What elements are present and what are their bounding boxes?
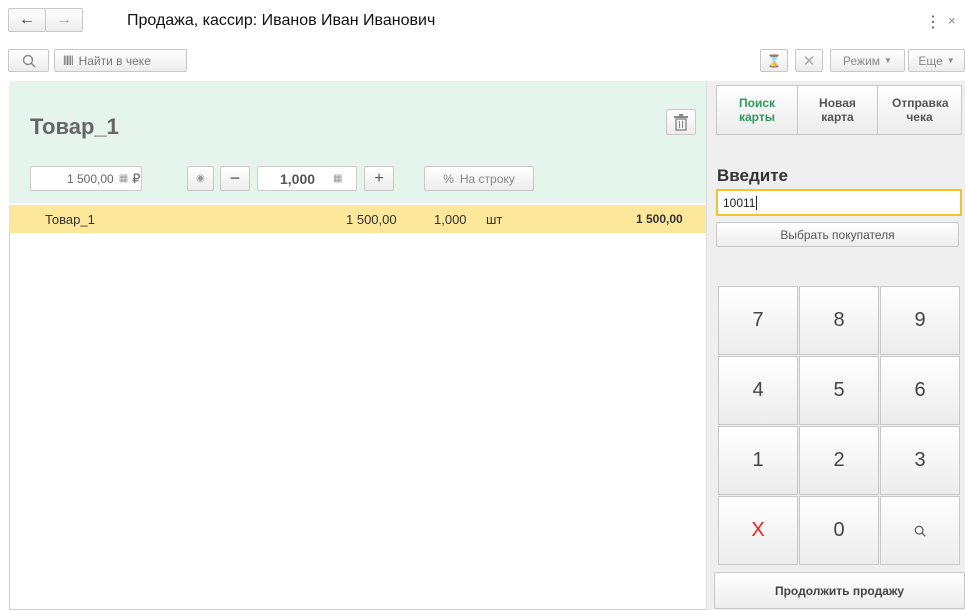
quantity-field[interactable]: 1,000 ▦ [257, 166, 357, 191]
back-button[interactable]: ← [8, 8, 46, 32]
key-7[interactable]: 7 [718, 286, 798, 355]
mode-label: Режим [843, 53, 881, 68]
choose-customer-button[interactable]: Выбрать покупателя [716, 222, 959, 247]
eye-icon: ◉ [196, 173, 205, 184]
arrow-right-icon: → [56, 11, 72, 28]
prompt-label: Введите [717, 166, 788, 185]
key-search[interactable] [880, 496, 960, 565]
continue-sale-button[interactable]: Продолжить продажу [714, 572, 965, 609]
price-field[interactable]: 1 500,00 ▦ ₽ [30, 166, 142, 191]
page-title: Продажа, кассир: Иванов Иван Иванович [127, 12, 436, 29]
cross-icon: ✕ [802, 52, 816, 70]
row-sum: 1 500,00 [636, 212, 683, 226]
barcode-icon: |||||| [63, 55, 74, 66]
search-icon [22, 54, 35, 67]
find-in-receipt-button[interactable]: |||||| Найти в чеке [54, 49, 187, 72]
card-number-input[interactable]: 10011 [716, 189, 962, 216]
tab-label: Новая карта [819, 96, 856, 124]
receipt-table [9, 233, 706, 610]
hourglass-button[interactable]: ⌛ [760, 49, 788, 72]
row-quantity: 1,000 [434, 212, 467, 227]
key-9[interactable]: 9 [880, 286, 960, 355]
row-unit: шт [486, 212, 503, 227]
key-3[interactable]: 3 [880, 426, 960, 495]
delete-button[interactable] [666, 109, 696, 135]
more-vert-icon[interactable]: ⋮ [925, 12, 941, 32]
row-price: 1 500,00 [346, 212, 397, 227]
trash-icon [674, 114, 688, 131]
search-icon [914, 525, 926, 537]
tab-new-card[interactable]: Новая карта [797, 85, 878, 135]
choose-customer-label: Выбрать покупателя [780, 227, 895, 242]
cancel-button[interactable]: ✕ [795, 49, 823, 72]
line-discount-button[interactable]: % На строку [424, 166, 534, 191]
forward-button[interactable]: → [45, 8, 83, 32]
calculator-icon[interactable]: ▦ [119, 173, 128, 184]
decrease-quantity-button[interactable]: − [220, 166, 250, 191]
plus-icon: + [374, 169, 384, 187]
key-clear[interactable]: X [718, 496, 798, 565]
key-8[interactable]: 8 [799, 286, 879, 355]
key-5[interactable]: 5 [799, 356, 879, 425]
key-1[interactable]: 1 [718, 426, 798, 495]
increase-quantity-button[interactable]: + [364, 166, 394, 191]
key-4[interactable]: 4 [718, 356, 798, 425]
more-dropdown[interactable]: Еще ▼ [908, 49, 965, 72]
price-value: 1 500,00 [67, 171, 114, 186]
tab-label: Отправка чека [892, 96, 949, 124]
row-product-name: Товар_1 [45, 212, 95, 227]
key-2[interactable]: 2 [799, 426, 879, 495]
calculator-icon[interactable]: ▦ [333, 173, 342, 184]
quantity-value: 1,000 [280, 170, 316, 187]
minus-icon: − [229, 168, 241, 188]
card-number-value: 10011 [723, 196, 756, 210]
tab-find-card[interactable]: Поиск карты [716, 85, 798, 135]
hourglass-icon: ⌛ [766, 53, 782, 68]
find-in-receipt-label: Найти в чеке [78, 53, 151, 68]
percent-icon: % [443, 171, 454, 186]
line-discount-label: На строку [459, 171, 515, 186]
close-icon[interactable]: × [948, 13, 956, 28]
more-label: Еще [918, 53, 943, 68]
navigation-group: ← → [8, 8, 83, 32]
table-row[interactable]: Товар_1 1 500,00 1,000 шт 1 500,00 [9, 205, 706, 233]
mode-dropdown[interactable]: Режим ▼ [830, 49, 905, 72]
view-button[interactable]: ◉ [187, 166, 214, 191]
search-button[interactable] [8, 49, 49, 72]
tab-send-receipt[interactable]: Отправка чека [877, 85, 962, 135]
continue-sale-label: Продолжить продажу [774, 583, 905, 598]
chevron-down-icon: ▼ [884, 56, 892, 65]
chevron-down-icon: ▼ [946, 56, 955, 65]
tab-label: Поиск карты [738, 96, 775, 124]
arrow-left-icon: ← [19, 11, 35, 28]
key-6[interactable]: 6 [880, 356, 960, 425]
key-0[interactable]: 0 [799, 496, 879, 565]
product-title: Товар_1 [30, 114, 119, 139]
currency-label: ₽ [132, 170, 141, 186]
